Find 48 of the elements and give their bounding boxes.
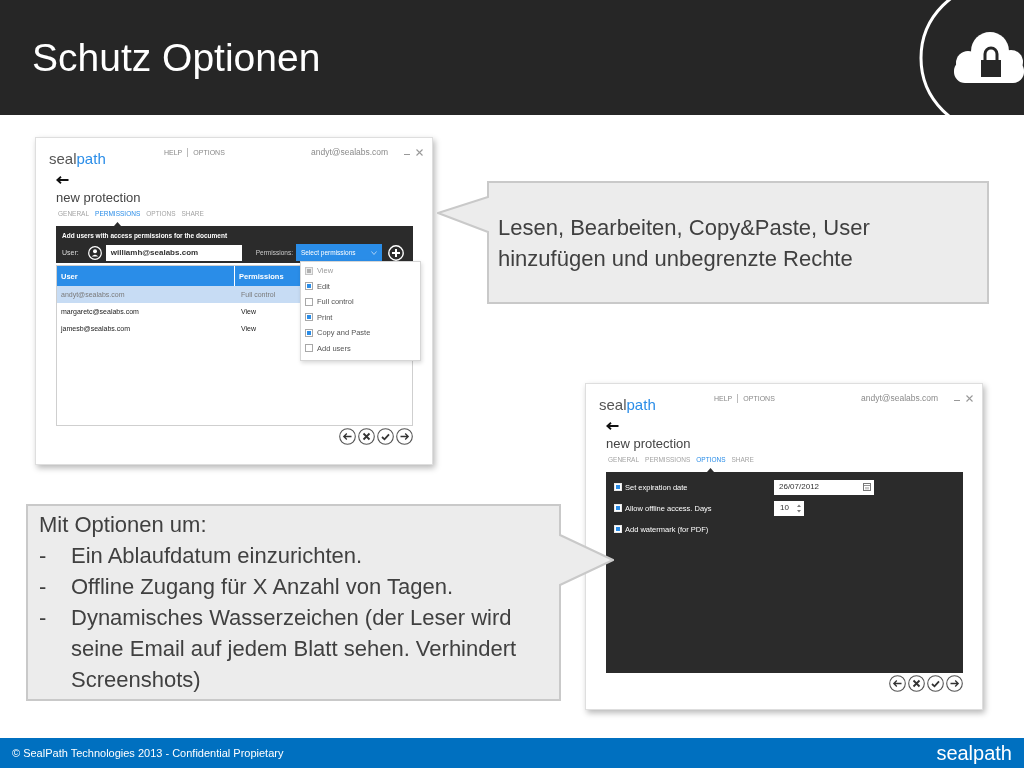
date-field[interactable]: 26/07/2012 [774,479,874,495]
slide-title: Schutz Optionen [32,34,321,81]
close-icon[interactable] [416,149,424,156]
cancel-button[interactable] [908,675,925,692]
calendar-icon[interactable] [863,483,871,491]
circled-x-icon [358,428,375,445]
checkbox[interactable] [305,344,313,353]
user-input[interactable]: williamh@sealabs.com [105,244,242,261]
app-logo: sealpath [49,151,106,167]
list-dash: - [39,604,48,632]
number-spinner[interactable]: 10 [774,500,804,516]
back-arrow-icon[interactable] [56,176,69,184]
circled-check-icon [377,428,394,445]
caret-icon [370,250,377,255]
confirm-button[interactable] [377,428,394,445]
plus-circle-icon[interactable] [387,244,404,261]
checkbox[interactable] [305,313,313,322]
list-item-text: Dynamisches Wasserzeichen (der Leser wird seine Email auf jedem Blatt sehen. Verhindert Screenshots) [71,604,518,694]
account-email: andyt@sealabs.com [311,147,389,157]
app-logo: sealpath [599,397,656,413]
next-button[interactable] [946,675,963,692]
window-heading: new protection [56,190,141,205]
back-button[interactable] [339,428,356,445]
back-button[interactable] [889,675,906,692]
back-arrow-icon[interactable] [606,422,619,430]
user-icon [87,245,102,260]
next-button[interactable] [396,428,413,445]
circled-check-icon [927,675,944,692]
list-dash: - [39,573,48,601]
circled-x-icon [908,675,925,692]
footer-logo: sealpath [936,741,1012,765]
confirm-button[interactable] [927,675,944,692]
checkbox[interactable] [305,328,313,337]
list-item-text: Offline Zugang für X Anzahl von Tagen. [71,573,454,601]
callout-text: Lesen, Bearbeiten, Copy&Paste, User hinzufügen und unbegrenzte Rechte [498,214,871,273]
checkbox[interactable] [305,297,313,306]
cancel-button[interactable] [358,428,375,445]
account-email: andyt@sealabs.com [861,393,939,403]
callout-heading: Mit Optionen um: [39,511,207,539]
list-item-text: Ein Ablaufdatum einzurichten. [71,542,364,570]
list-dash: - [39,542,48,570]
close-icon[interactable] [966,395,974,402]
up-down-arrows-icon[interactable] [797,503,801,513]
window-heading: new protection [606,436,691,451]
copyright-text: © SealPath Technologies 2013 - Confidential Propietary [12,745,284,761]
checkbox[interactable] [305,282,313,291]
minimize-icon[interactable] [404,154,411,155]
minimize-icon[interactable] [954,400,961,401]
